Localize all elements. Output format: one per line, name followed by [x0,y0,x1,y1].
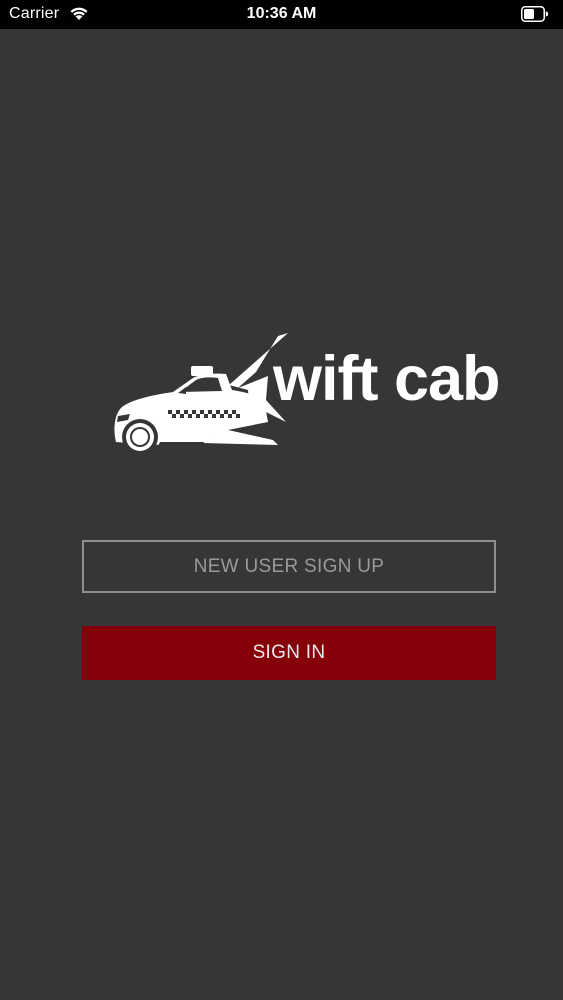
swift-cab-logo: wift cab [108,330,501,465]
status-time: 10:36 AM [246,5,317,22]
taxi-car-logo-icon [114,333,288,455]
sign-up-label: NEW USER SIGN UP [193,555,385,577]
sign-in-label: SIGN IN [252,642,326,663]
new-user-sign-up-button[interactable]: NEW USER SIGN UP [82,540,496,593]
launch-screen: Carrier 10:36 AM wift cab NEW USER SIGN … [0,0,563,1000]
logo-wordmark: wift cab [273,344,501,414]
battery-icon [521,6,548,22]
sign-in-button[interactable]: SIGN IN [82,626,496,680]
status-bar: Carrier 10:36 AM [0,0,563,29]
